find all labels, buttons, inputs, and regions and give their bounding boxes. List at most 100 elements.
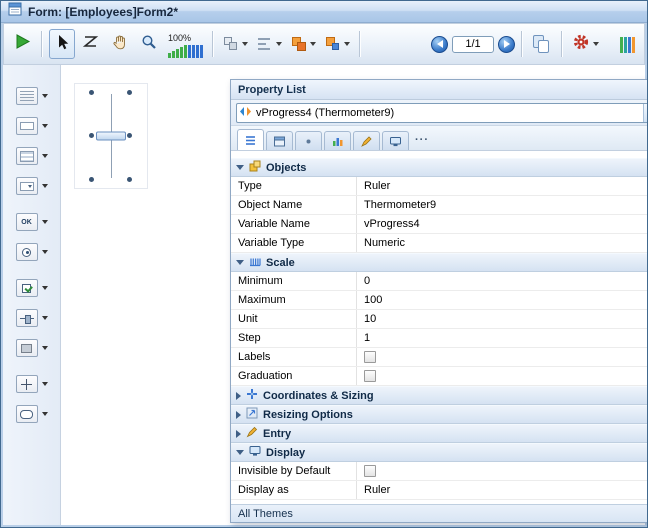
chevron-down-icon[interactable] xyxy=(42,250,48,254)
bar-icon xyxy=(620,37,623,53)
dropdown-arrow-icon xyxy=(276,42,282,46)
window-icon xyxy=(8,2,22,21)
next-page-button[interactable] xyxy=(498,36,515,53)
monitor-icon xyxy=(389,135,402,148)
labels-checkbox[interactable] xyxy=(364,351,376,363)
section-resizing-options[interactable]: Resizing Options xyxy=(231,405,648,424)
property-value[interactable]: Ruler xyxy=(357,484,648,496)
run-icon xyxy=(14,33,31,55)
selected-object-label: vProgress4 (Thermometer9) xyxy=(254,107,394,119)
chevron-down-icon[interactable] xyxy=(42,412,48,416)
section-label: Scale xyxy=(266,257,295,269)
group-menu-button[interactable] xyxy=(322,29,353,59)
collapsed-triangle-icon[interactable] xyxy=(236,392,241,400)
coordinates-section-icon xyxy=(246,388,258,403)
selection-handle[interactable] xyxy=(127,177,132,182)
tool-listbox[interactable] xyxy=(3,143,60,169)
draw-tool-button[interactable] xyxy=(78,29,104,59)
select-tool-button[interactable] xyxy=(49,29,75,59)
combobox-arrow-button[interactable] xyxy=(643,104,648,122)
chevron-down-icon[interactable] xyxy=(42,382,48,386)
collapse-triangle-icon[interactable] xyxy=(236,260,244,265)
collapse-triangle-icon[interactable] xyxy=(236,165,244,170)
chevron-down-icon[interactable] xyxy=(42,124,48,128)
object-selector-combobox[interactable]: vProgress4 (Thermometer9) xyxy=(236,103,648,123)
combobox-tool-icon xyxy=(16,177,38,195)
section-label: Resizing Options xyxy=(263,409,353,421)
collapsed-triangle-icon[interactable] xyxy=(236,430,241,438)
tool-text[interactable] xyxy=(3,83,60,109)
align-menu-button[interactable] xyxy=(220,29,251,59)
distribute-menu-button[interactable] xyxy=(254,29,285,59)
property-value[interactable]: 1 xyxy=(357,332,648,344)
themes-footer[interactable]: All Themes xyxy=(231,504,648,522)
chevron-down-icon[interactable] xyxy=(42,184,48,188)
property-value[interactable]: 10 xyxy=(357,313,648,325)
property-label: Labels xyxy=(231,348,357,366)
form-canvas[interactable]: Property List vProgress4 (Thermometer9) xyxy=(62,65,645,525)
settings-menu-button[interactable] xyxy=(569,29,602,59)
tool-input[interactable] xyxy=(3,113,60,139)
pages-icon xyxy=(532,35,552,54)
section-display[interactable]: Display xyxy=(231,443,648,462)
property-label: Unit xyxy=(231,310,357,328)
tool-rectangle[interactable] xyxy=(3,335,60,361)
tool-indicator[interactable] xyxy=(3,305,60,331)
display-pages-button[interactable] xyxy=(529,29,555,59)
form-page[interactable] xyxy=(74,83,148,189)
collapse-triangle-icon[interactable] xyxy=(236,450,244,455)
property-value[interactable]: Thermometer9 xyxy=(357,199,648,211)
section-scale[interactable]: Scale xyxy=(231,253,648,272)
property-value[interactable]: vProgress4 xyxy=(357,218,648,230)
property-label: Step xyxy=(231,329,357,347)
page-number-field[interactable]: 1/1 xyxy=(452,36,494,53)
property-value[interactable]: Ruler xyxy=(357,180,648,192)
tab-events[interactable] xyxy=(353,131,380,150)
library-button[interactable] xyxy=(620,36,635,53)
property-list-header[interactable]: Property List xyxy=(231,80,648,100)
tool-combobox[interactable] xyxy=(3,173,60,199)
ruler-widget-thumb[interactable] xyxy=(96,132,126,141)
tab-data[interactable] xyxy=(324,131,351,150)
tool-line[interactable] xyxy=(3,371,60,397)
zoom-level-widget[interactable]: 100% xyxy=(165,29,206,59)
tool-button[interactable]: OK xyxy=(3,209,60,235)
selection-handle[interactable] xyxy=(89,177,94,182)
property-value[interactable]: 100 xyxy=(357,294,648,306)
collapsed-triangle-icon[interactable] xyxy=(236,411,241,419)
tab-settings[interactable] xyxy=(295,131,322,150)
chevron-down-icon[interactable] xyxy=(42,154,48,158)
section-coordinates-sizing[interactable]: Coordinates & Sizing xyxy=(231,386,648,405)
property-value[interactable]: 0 xyxy=(357,275,648,287)
tool-radio[interactable] xyxy=(3,239,60,265)
tab-all-properties[interactable] xyxy=(237,129,264,150)
titlebar[interactable]: Form: [Employees]Form2* xyxy=(1,1,647,23)
graduation-checkbox[interactable] xyxy=(364,370,376,382)
property-value[interactable]: Numeric xyxy=(357,237,648,249)
level-menu-button[interactable] xyxy=(288,29,319,59)
tool-checkbox[interactable] xyxy=(3,275,60,301)
chevron-down-icon[interactable] xyxy=(42,286,48,290)
run-form-button[interactable] xyxy=(9,29,35,59)
indicator-tool-icon xyxy=(16,309,38,327)
invisible-by-default-checkbox[interactable] xyxy=(364,465,376,477)
chevron-down-icon[interactable] xyxy=(42,94,48,98)
chevron-down-icon[interactable] xyxy=(42,220,48,224)
previous-page-button[interactable] xyxy=(431,36,448,53)
tab-object[interactable] xyxy=(266,131,293,150)
selection-handle[interactable] xyxy=(127,90,132,95)
tabs-overflow-button[interactable]: ··· xyxy=(411,134,433,146)
selection-handle[interactable] xyxy=(127,133,132,138)
zoom-tool-button[interactable] xyxy=(136,29,162,59)
section-objects[interactable]: Objects xyxy=(231,158,648,177)
selection-handle[interactable] xyxy=(89,133,94,138)
tab-display[interactable] xyxy=(382,131,409,150)
chevron-down-icon[interactable] xyxy=(42,316,48,320)
selection-handle[interactable] xyxy=(89,90,94,95)
hand-tool-button[interactable] xyxy=(107,29,133,59)
bar-icon xyxy=(624,37,627,53)
layers-icon xyxy=(291,36,307,52)
chevron-down-icon[interactable] xyxy=(42,346,48,350)
section-entry[interactable]: Entry xyxy=(231,424,648,443)
tool-groupbox[interactable] xyxy=(3,401,60,427)
